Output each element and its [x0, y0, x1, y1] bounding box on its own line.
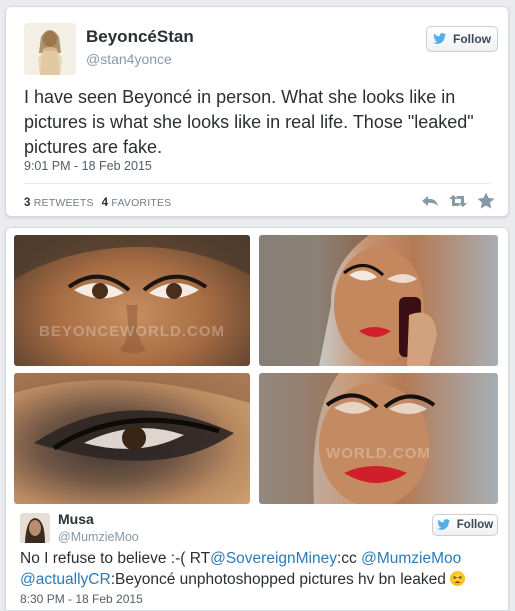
photo-red-lips[interactable]: WORLD.COM — [259, 373, 498, 504]
mention-link[interactable]: @SovereignMiney — [210, 550, 337, 567]
retweets-count: 3 — [24, 197, 31, 209]
retweets-stat[interactable]: 3 RETWEETS — [24, 197, 94, 209]
tweet-card-1: BeyoncéStan @stan4yonce Follow I have se… — [5, 6, 509, 217]
follow-button-label: Follow — [453, 32, 491, 46]
display-name[interactable]: Musa — [58, 511, 94, 527]
favorites-count: 4 — [101, 197, 109, 209]
mention-link[interactable]: @actuallyCR — [20, 571, 111, 588]
user-handle[interactable]: @stan4yonce — [86, 51, 172, 67]
user-handle[interactable]: @MumzieMoo — [58, 530, 139, 544]
tired-face-emoji-icon — [450, 571, 466, 586]
tweet-stats: 3 RETWEETS 4 FAVORITES — [24, 197, 171, 209]
photo-phone[interactable] — [259, 235, 498, 366]
display-name[interactable]: BeyoncéStan — [86, 27, 194, 47]
retweet-icon[interactable] — [448, 191, 468, 211]
watermark-text: BEYONCEWORLD.COM — [39, 323, 225, 340]
favorites-stat[interactable]: 4 FAVORITES — [102, 197, 172, 209]
favorite-icon[interactable] — [476, 191, 496, 211]
retweets-label: RETWEETS — [33, 197, 94, 209]
divider — [24, 183, 490, 184]
tweet-card-2: BEYONCEWORLD.COM WORLD.COM Musa @MumzieM… — [5, 227, 509, 611]
follow-button[interactable]: Follow — [426, 26, 498, 52]
photo-smokey-eye[interactable] — [14, 373, 250, 504]
mention-link[interactable]: @MumzieMoo — [361, 550, 461, 567]
watermark-text: WORLD.COM — [326, 445, 431, 462]
follow-button-label: Follow — [456, 519, 494, 531]
tweet-text-part: No I refuse to believe :-( RT — [20, 550, 211, 567]
tweet-text: I have seen Beyoncé in person. What she … — [24, 87, 474, 157]
tweet-timestamp[interactable]: 8:30 PM - 18 Feb 2015 — [20, 592, 143, 606]
tweet-text-part: :cc — [337, 550, 362, 567]
tweet-timestamp[interactable]: 9:01 PM - 18 Feb 2015 — [24, 159, 152, 173]
follow-button[interactable]: Follow — [432, 514, 498, 536]
tweet-text: No I refuse to believe :-( RT@SovereignM… — [20, 548, 504, 590]
favorites-label: FAVORITES — [111, 197, 172, 209]
avatar[interactable] — [24, 23, 76, 75]
reply-icon[interactable] — [420, 191, 440, 211]
tweet-text-part: :Beyoncé unphotoshopped pictures hv bn l… — [110, 571, 451, 588]
twitter-bird-icon — [433, 33, 447, 44]
avatar[interactable] — [20, 513, 50, 543]
photo-closeup-eyes[interactable]: BEYONCEWORLD.COM — [14, 235, 250, 366]
twitter-bird-icon — [436, 519, 451, 530]
tweet-actions — [420, 191, 496, 211]
